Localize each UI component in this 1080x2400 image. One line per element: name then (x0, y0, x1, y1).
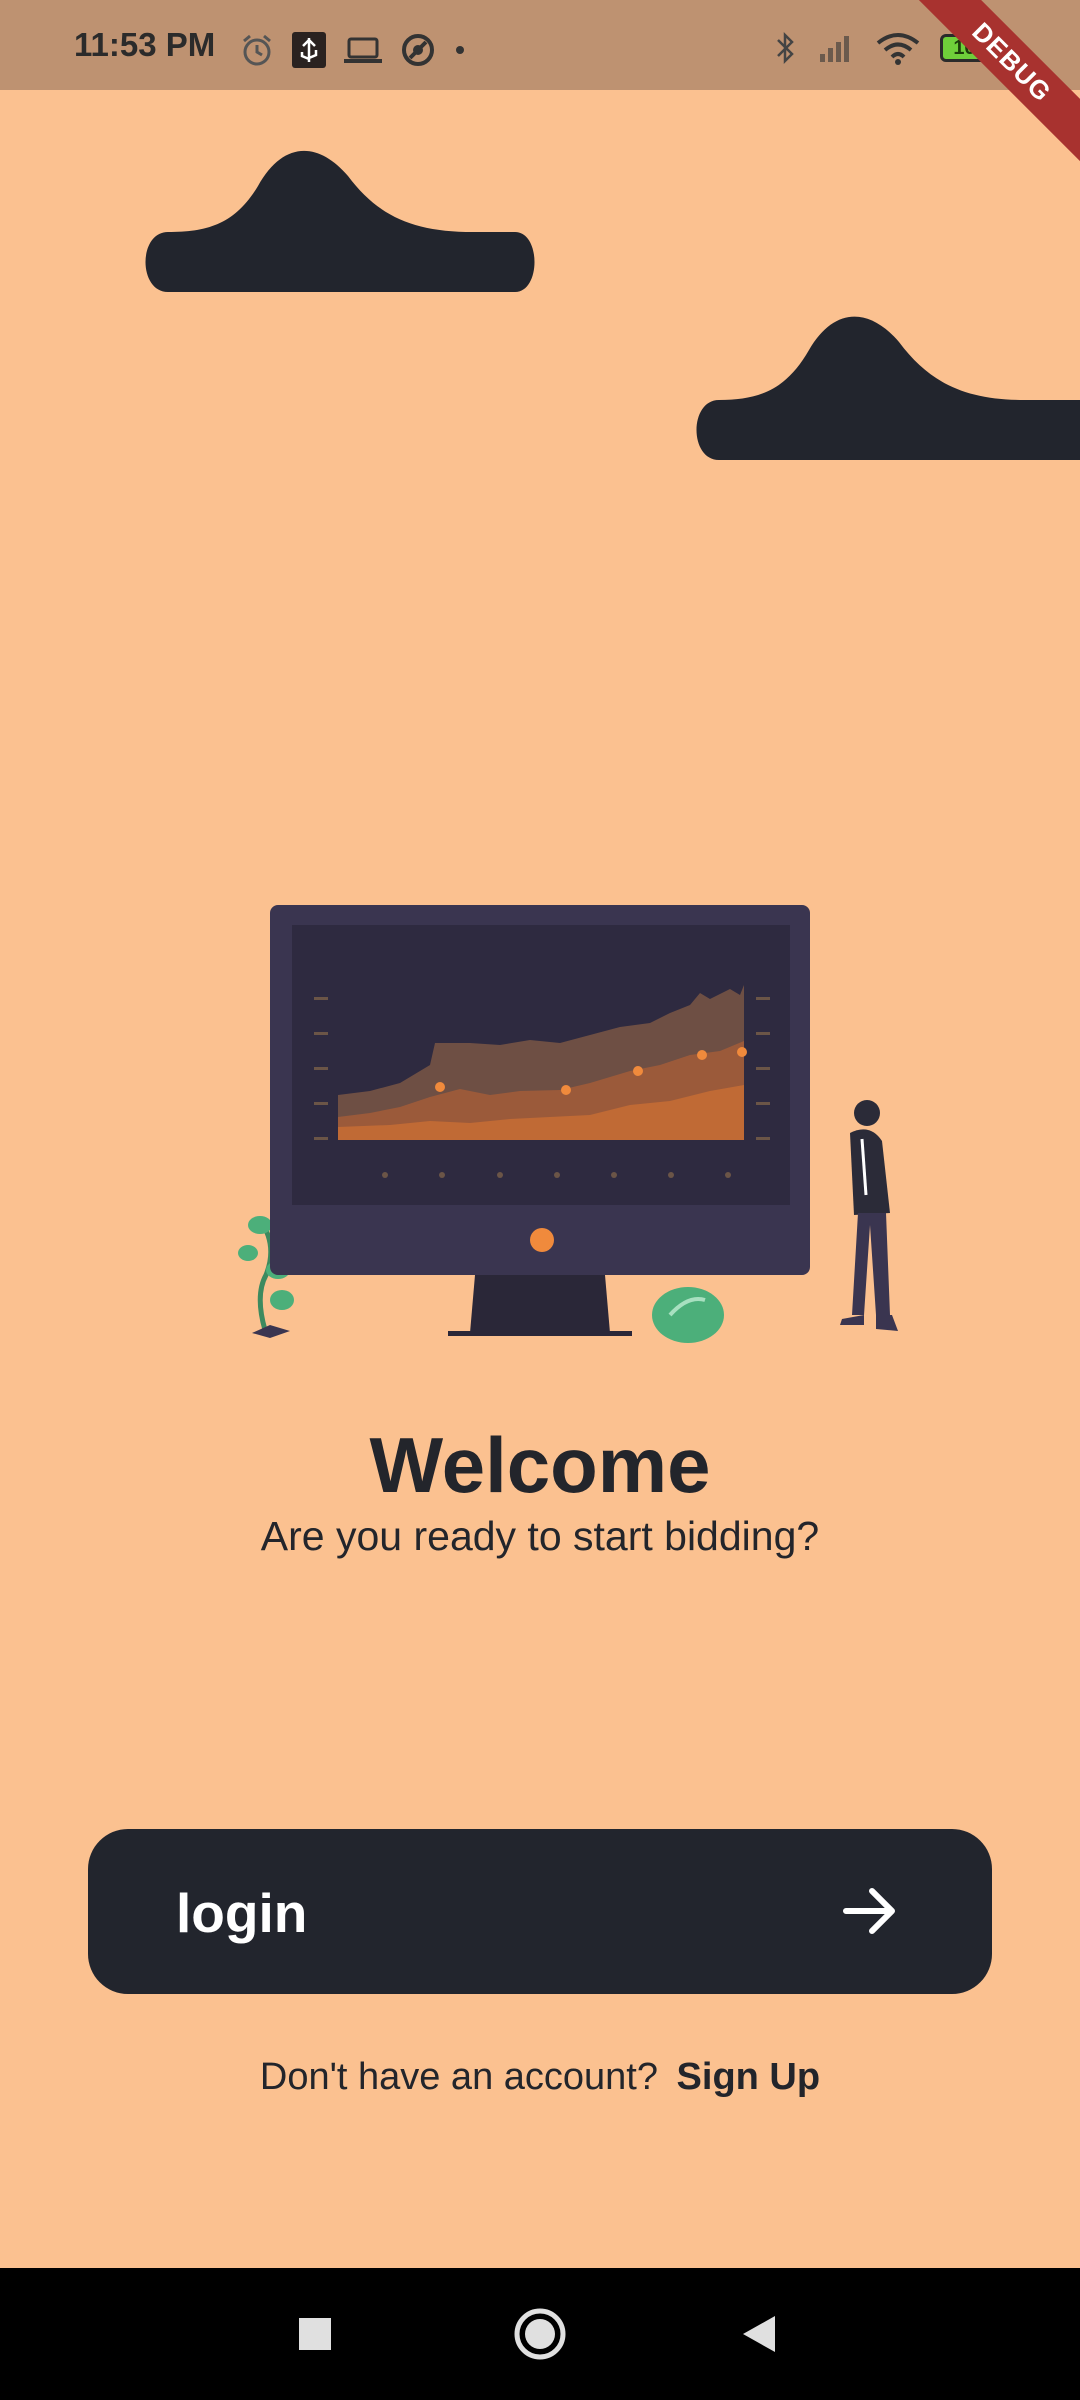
status-left-icons (240, 32, 466, 68)
welcome-subtitle: Are you ready to start bidding? (260, 1513, 820, 1559)
person-figure (840, 1100, 898, 1331)
status-bar: 11:53 PM (0, 0, 1080, 90)
back-button[interactable] (715, 2268, 805, 2400)
login-button-label: login (176, 1882, 308, 1944)
home-button[interactable] (495, 2268, 585, 2400)
status-time: 11:53 PM (74, 26, 216, 63)
recents-button[interactable] (270, 2268, 360, 2400)
signup-row: Don't have an account? Sign Up (0, 2056, 1080, 2099)
monitor-illustration (238, 905, 898, 1343)
signup-link[interactable]: Sign Up (677, 2056, 821, 2098)
back-triangle-icon (743, 2316, 775, 2352)
recents-square-icon (299, 2318, 331, 2350)
usb-debug-icon (292, 32, 326, 68)
alarm-icon (243, 34, 271, 66)
cloud-right (696, 316, 1080, 460)
wifi-icon (876, 33, 920, 65)
arrow-right-icon (843, 1888, 895, 1934)
welcome-title: Welcome (369, 1421, 711, 1509)
dot-icon (456, 46, 464, 54)
sync-icon (402, 34, 434, 66)
bluetooth-icon (777, 31, 794, 65)
cloud-left (145, 150, 535, 292)
navigation-bar (0, 2268, 1080, 2400)
signal-icon (820, 36, 849, 62)
signup-prompt: Don't have an account? (259, 2056, 658, 2098)
login-button[interactable]: login (88, 1829, 992, 1994)
home-circle-icon (514, 2308, 566, 2360)
laptop-icon (344, 37, 382, 63)
